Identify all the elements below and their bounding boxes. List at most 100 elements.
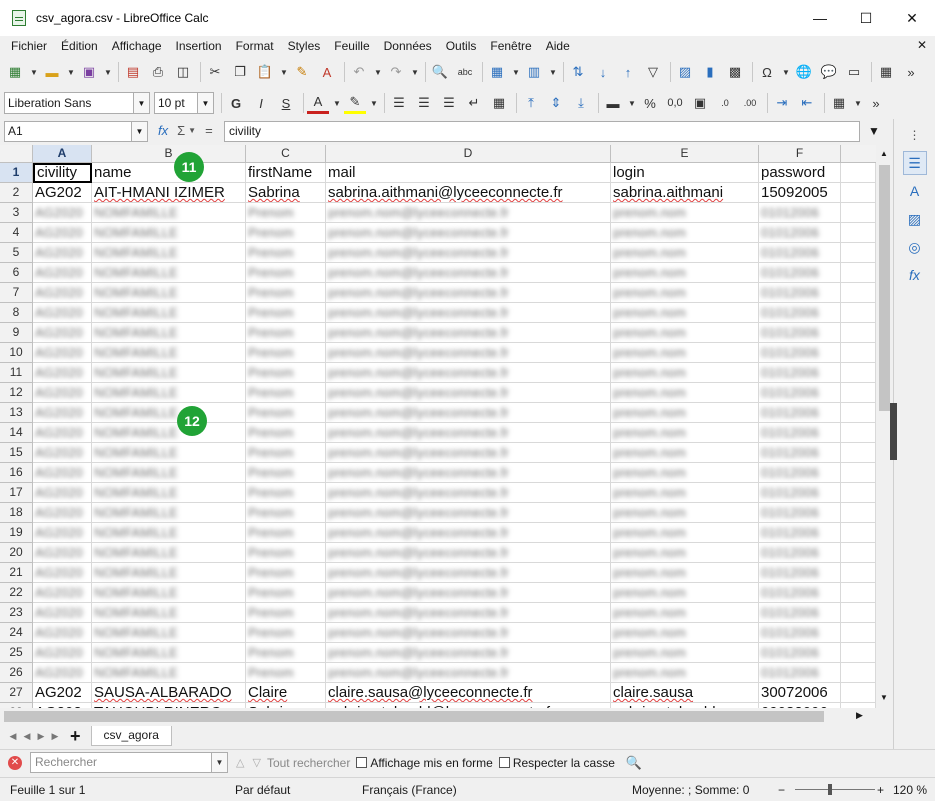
- print-preview-icon[interactable]: ◫: [172, 61, 194, 83]
- cell-f26[interactable]: 01012006: [759, 663, 841, 683]
- column-header-g[interactable]: [841, 145, 876, 163]
- sort-ascending-icon[interactable]: ↓: [592, 61, 614, 83]
- cell-g20[interactable]: [841, 543, 876, 563]
- cell-a22[interactable]: AG2020: [33, 583, 92, 603]
- cell-g15[interactable]: [841, 443, 876, 463]
- merge-cells-icon[interactable]: ▦: [488, 92, 510, 114]
- properties-icon[interactable]: ☰: [902, 151, 927, 175]
- cell-e24[interactable]: prenom.nom: [611, 623, 759, 643]
- column-header-f[interactable]: F: [759, 145, 841, 163]
- cell-e10[interactable]: prenom.nom: [611, 343, 759, 363]
- font-size-combobox[interactable]: 10 pt ▼: [154, 92, 214, 114]
- cell-f4[interactable]: 01012006: [759, 223, 841, 243]
- cell-a24[interactable]: AG2020: [33, 623, 92, 643]
- delete-decimal-icon[interactable]: .00: [739, 92, 761, 114]
- pivot-table-icon[interactable]: ▩: [724, 61, 746, 83]
- cell-d17[interactable]: prenom.nom@lyceeconnecte.fr: [326, 483, 611, 503]
- cell-b2[interactable]: AIT-HMANI IZIMER: [92, 183, 246, 203]
- cell-c22[interactable]: Prenom: [246, 583, 326, 603]
- cell-e3[interactable]: prenom.nom: [611, 203, 759, 223]
- cell-g10[interactable]: [841, 343, 876, 363]
- cell-f19[interactable]: 01012006: [759, 523, 841, 543]
- minimize-button[interactable]: —: [797, 0, 843, 36]
- row-header[interactable]: 4: [0, 223, 33, 243]
- cell-c7[interactable]: Prenom: [246, 283, 326, 303]
- cell-f13[interactable]: 01012006: [759, 403, 841, 423]
- cell-g3[interactable]: [841, 203, 876, 223]
- name-box[interactable]: A1 ▼: [4, 121, 148, 142]
- vertical-scroll-thumb[interactable]: [879, 165, 890, 411]
- chevron-down-icon[interactable]: ▼: [369, 92, 379, 114]
- cell-e7[interactable]: prenom.nom: [611, 283, 759, 303]
- cell-c6[interactable]: Prenom: [246, 263, 326, 283]
- cell-c18[interactable]: Prenom: [246, 503, 326, 523]
- row-header[interactable]: 21: [0, 563, 33, 583]
- cell-d5[interactable]: prenom.nom@lyceeconnecte.fr: [326, 243, 611, 263]
- cell-e16[interactable]: prenom.nom: [611, 463, 759, 483]
- menu-edition[interactable]: Édition: [54, 39, 105, 53]
- cell-d22[interactable]: prenom.nom@lyceeconnecte.fr: [326, 583, 611, 603]
- chevron-down-icon[interactable]: ▼: [197, 93, 213, 113]
- cell-f14[interactable]: 01012006: [759, 423, 841, 443]
- chevron-down-icon[interactable]: ▼: [853, 92, 863, 114]
- cell-d14[interactable]: prenom.nom@lyceeconnecte.fr: [326, 423, 611, 443]
- close-button[interactable]: ✕: [889, 0, 935, 36]
- cell-g21[interactable]: [841, 563, 876, 583]
- export-pdf-icon[interactable]: ▤: [122, 61, 144, 83]
- menu-format[interactable]: Format: [229, 39, 281, 53]
- cell-b5[interactable]: NOMFAMILLE: [92, 243, 246, 263]
- cell-e22[interactable]: prenom.nom: [611, 583, 759, 603]
- maximize-button[interactable]: ☐: [843, 0, 889, 36]
- cell-f27[interactable]: 30072006: [759, 683, 841, 703]
- menu-outils[interactable]: Outils: [439, 39, 484, 53]
- cell-e9[interactable]: prenom.nom: [611, 323, 759, 343]
- column-header-e[interactable]: E: [611, 145, 759, 163]
- row-header[interactable]: 14: [0, 423, 33, 443]
- row-header[interactable]: 22: [0, 583, 33, 603]
- increase-indent-icon[interactable]: ⇥: [771, 92, 793, 114]
- row-header[interactable]: 27: [0, 683, 33, 703]
- cell-b14[interactable]: NOMFAMILLE: [92, 423, 246, 443]
- comment-icon[interactable]: 💬: [818, 61, 840, 83]
- clear-formatting-icon[interactable]: A: [316, 61, 338, 83]
- cell-a9[interactable]: AG2020: [33, 323, 92, 343]
- chevron-down-icon[interactable]: ▼: [29, 61, 39, 83]
- row-header[interactable]: 16: [0, 463, 33, 483]
- cell-a11[interactable]: AG2020: [33, 363, 92, 383]
- navigator-icon[interactable]: ◎: [903, 235, 927, 259]
- column-header-c[interactable]: C: [246, 145, 326, 163]
- cell-g14[interactable]: [841, 423, 876, 443]
- menu-styles[interactable]: Styles: [281, 39, 328, 53]
- row-header[interactable]: 12: [0, 383, 33, 403]
- add-sheet-button[interactable]: +: [70, 726, 81, 747]
- open-folder-icon[interactable]: ▬: [41, 61, 63, 83]
- insert-image-icon[interactable]: ▨: [674, 61, 696, 83]
- scroll-right-icon[interactable]: ▶: [856, 710, 863, 721]
- menu-affichage[interactable]: Affichage: [105, 39, 169, 53]
- cell-a1[interactable]: civility: [33, 163, 92, 183]
- formula-input[interactable]: civility: [224, 121, 860, 142]
- zoom-level[interactable]: 120 %: [893, 783, 927, 797]
- cell-f8[interactable]: 01012006: [759, 303, 841, 323]
- cell-d12[interactable]: prenom.nom@lyceeconnecte.fr: [326, 383, 611, 403]
- close-document-icon[interactable]: ✕: [917, 38, 927, 52]
- cell-b22[interactable]: NOMFAMILLE: [92, 583, 246, 603]
- row-header[interactable]: 6: [0, 263, 33, 283]
- cell-c16[interactable]: Prenom: [246, 463, 326, 483]
- cell-e26[interactable]: prenom.nom: [611, 663, 759, 683]
- menu-donnees[interactable]: Données: [377, 39, 439, 53]
- cell-b17[interactable]: NOMFAMILLE: [92, 483, 246, 503]
- chevron-down-icon[interactable]: ▼: [548, 61, 558, 83]
- sidebar-menu-icon[interactable]: ⋮: [903, 123, 927, 147]
- cell-g13[interactable]: [841, 403, 876, 423]
- cell-a13[interactable]: AG2020: [33, 403, 92, 423]
- cell-a5[interactable]: AG2020: [33, 243, 92, 263]
- gallery-icon[interactable]: ▨: [903, 207, 927, 231]
- cell-g25[interactable]: [841, 643, 876, 663]
- horizontal-scroll-thumb[interactable]: [4, 711, 824, 722]
- cell-d19[interactable]: prenom.nom@lyceeconnecte.fr: [326, 523, 611, 543]
- cell-a10[interactable]: AG2020: [33, 343, 92, 363]
- cell-e17[interactable]: prenom.nom: [611, 483, 759, 503]
- cell-e11[interactable]: prenom.nom: [611, 363, 759, 383]
- chevron-down-icon[interactable]: ▼: [211, 753, 227, 772]
